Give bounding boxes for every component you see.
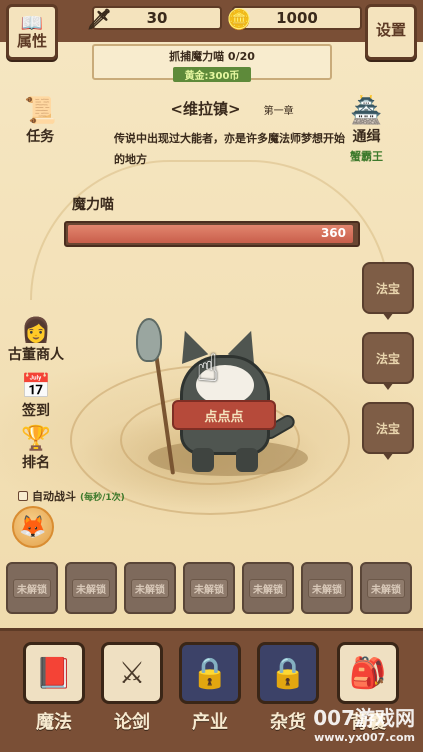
antique-merchant-label: 古董商人 bbox=[8, 347, 64, 363]
settings-button[interactable]: 设置 bbox=[365, 4, 417, 60]
book-icon: 📖 bbox=[20, 13, 44, 34]
treasure-button-3[interactable]: 法宝 bbox=[362, 402, 414, 454]
coins-count: 1000 bbox=[276, 9, 318, 27]
locked-chain-icon: 🔒 bbox=[179, 642, 241, 704]
locked-slot-3[interactable]: 未解锁 bbox=[124, 562, 176, 614]
trophy-icon: 🏆 bbox=[21, 424, 51, 452]
antique-merchant-button[interactable]: 👩 古董商人 bbox=[6, 316, 66, 364]
quest-reward: 黄金:300币 bbox=[172, 67, 252, 82]
nav-industry-label: 产业 bbox=[192, 712, 228, 733]
locked-slot-5[interactable]: 未解锁 bbox=[242, 562, 294, 614]
location-header: <维拉镇> 第一章 bbox=[112, 98, 352, 119]
fox-pet-icon: 🦊 bbox=[19, 514, 47, 540]
treasure-button-2[interactable]: 法宝 bbox=[362, 332, 414, 384]
nav-duel[interactable]: ⚔ 论剑 bbox=[100, 642, 164, 734]
bounty-label: 通缉 bbox=[352, 129, 381, 145]
settings-label: 设置 bbox=[375, 20, 406, 39]
hp-value: 360 bbox=[320, 226, 346, 240]
monster-hp-bar: 360 bbox=[64, 221, 360, 247]
locked-slot-4[interactable]: 未解锁 bbox=[183, 562, 235, 614]
locked-label: 未解锁 bbox=[190, 578, 228, 598]
nav-magic-label: 魔法 bbox=[36, 712, 72, 733]
task-label: 任务 bbox=[26, 129, 55, 145]
checkin-label: 签到 bbox=[22, 403, 50, 419]
pet-avatar[interactable]: 🦊 bbox=[12, 506, 54, 548]
locked-slot-7[interactable]: 未解锁 bbox=[360, 562, 412, 614]
location-description: 传说中出现过大能者，亦是许多魔法师梦想开始的地方 bbox=[114, 132, 345, 166]
attribute-button[interactable]: 📖 属性 bbox=[6, 4, 58, 60]
locked-label: 未解锁 bbox=[13, 578, 51, 598]
auto-battle-note: (每秒/1次) bbox=[80, 492, 125, 503]
swords-count: 30 bbox=[146, 9, 168, 27]
bounty-button[interactable]: 🏯 通缉 蟹霸王 bbox=[350, 96, 383, 164]
scroll-icon: 📜 bbox=[24, 96, 57, 126]
tap-hand-icon: ☝ bbox=[196, 346, 220, 390]
nav-goods[interactable]: 🔒 杂货 bbox=[256, 642, 320, 734]
treasure-button-1[interactable]: 法宝 bbox=[362, 262, 414, 314]
watermark-title: 007游戏网 bbox=[313, 706, 415, 730]
quest-panel[interactable]: 抓捕魔力喵 0/20 黄金:300币 bbox=[92, 44, 332, 82]
locked-label: 未解锁 bbox=[72, 578, 110, 598]
locked-slot-2[interactable]: 未解锁 bbox=[65, 562, 117, 614]
hp-bar-fill bbox=[68, 225, 354, 243]
nav-duel-label: 论剑 bbox=[114, 712, 150, 733]
treasure-label: 法宝 bbox=[375, 421, 400, 436]
locked-slot-6[interactable]: 未解锁 bbox=[301, 562, 353, 614]
coin-stack-icon: 🪙 bbox=[226, 7, 252, 31]
cat-leg-left bbox=[192, 448, 214, 472]
treasure-label: 法宝 bbox=[375, 281, 400, 296]
coins-counter: 🪙 1000 bbox=[227, 6, 362, 31]
locked-slot-1[interactable]: 未解锁 bbox=[6, 562, 58, 614]
chapter-label: 第一章 bbox=[263, 106, 294, 117]
crossed-swords-icon: ⚔ bbox=[101, 642, 163, 704]
wanted-poster-icon: 🏯 bbox=[350, 96, 383, 126]
backpack-icon: 🎒 bbox=[337, 642, 399, 704]
monster-name: 魔力喵 bbox=[72, 197, 114, 213]
locked-label: 未解锁 bbox=[308, 578, 346, 598]
nav-magic[interactable]: 📕 魔法 bbox=[22, 642, 86, 734]
auto-battle-toggle[interactable]: 自动战斗 (每秒/1次) bbox=[18, 488, 125, 504]
locked-label: 未解锁 bbox=[249, 578, 287, 598]
quest-title: 抓捕魔力喵 0/20 bbox=[169, 50, 255, 63]
nav-industry[interactable]: 🔒 产业 bbox=[178, 642, 242, 734]
auto-battle-label: 自动战斗 bbox=[32, 490, 76, 503]
cat-scarf: 点点点 bbox=[172, 400, 276, 430]
task-button[interactable]: 📜 任务 bbox=[24, 96, 56, 146]
scarf-text: 点点点 bbox=[204, 409, 244, 425]
fish-icon bbox=[136, 318, 162, 362]
location-title: <维拉镇> bbox=[170, 100, 241, 118]
cat-leg-right bbox=[236, 448, 258, 472]
checkin-button[interactable]: 📅 签到 bbox=[6, 372, 66, 420]
locked-label: 未解锁 bbox=[367, 578, 405, 598]
swords-counter: 🗡 30 bbox=[86, 6, 222, 31]
treasure-label: 法宝 bbox=[375, 351, 400, 366]
watermark: 007游戏网 www.yx007.com bbox=[313, 702, 415, 744]
locked-chain-icon: 🔒 bbox=[257, 642, 319, 704]
merchant-avatar-icon: 👩 bbox=[21, 316, 51, 344]
nav-goods-label: 杂货 bbox=[270, 712, 306, 733]
ranking-button[interactable]: 🏆 排名 bbox=[6, 424, 66, 472]
sword-icon: 🗡 bbox=[86, 7, 112, 31]
calendar-alert-icon: 📅 bbox=[21, 372, 51, 400]
spellbook-icon: 📕 bbox=[23, 642, 85, 704]
auto-battle-checkbox[interactable] bbox=[18, 491, 28, 501]
ranking-label: 排名 bbox=[22, 455, 50, 471]
locked-label: 未解锁 bbox=[131, 578, 169, 598]
watermark-url: www.yx007.com bbox=[314, 731, 415, 744]
bounty-target: 蟹霸王 bbox=[350, 150, 383, 163]
